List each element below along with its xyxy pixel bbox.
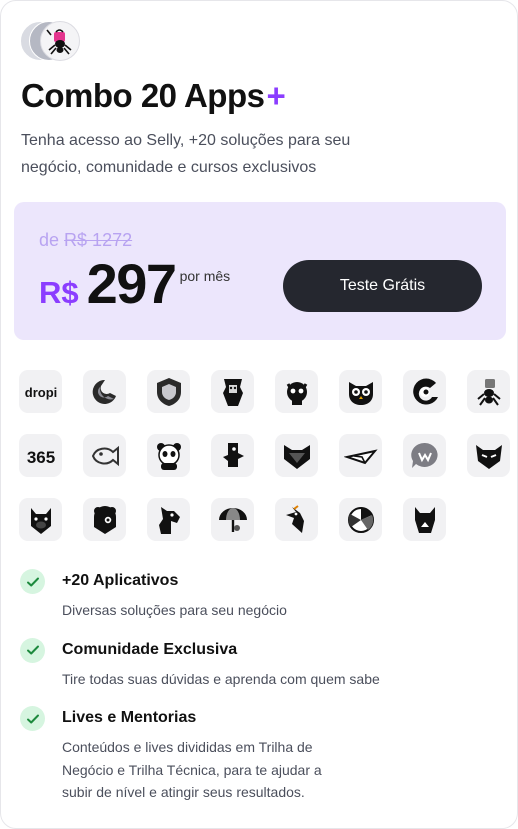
list-item: Lives e Mentorias Conteúdos e lives divi… <box>19 706 499 804</box>
list-item: +20 Aplicativos Diversas soluções para s… <box>19 569 499 622</box>
current-price: R$ 297 por mês <box>39 254 230 314</box>
apps-grid: dropi 365 <box>19 370 517 541</box>
logo-stack <box>20 21 90 61</box>
price-amount: 297 <box>86 252 177 315</box>
check-icon <box>20 706 45 731</box>
feature-title: +20 Aplicativos <box>62 572 179 589</box>
pie-chart-icon[interactable] <box>339 498 382 541</box>
feature-title: Comunidade Exclusiva <box>62 640 238 658</box>
svg-text:dropi: dropi <box>24 385 57 400</box>
fox-icon[interactable] <box>275 434 318 477</box>
list-item: Comunidade Exclusiva Tire todas suas dúv… <box>19 637 499 691</box>
cat-icon[interactable] <box>403 498 446 541</box>
chameleon-icon[interactable] <box>403 370 446 413</box>
price-currency: R$ <box>39 275 79 310</box>
old-price: de R$ 1272 <box>39 230 132 251</box>
365-logo-icon[interactable]: 365 <box>19 434 62 477</box>
bear-icon[interactable] <box>83 498 126 541</box>
free-trial-button[interactable]: Teste Grátis <box>283 260 482 312</box>
feature-title: Lives e Mentorias <box>62 709 197 726</box>
svg-text:365: 365 <box>26 448 54 467</box>
owl-icon[interactable] <box>339 370 382 413</box>
feature-description: Conteúdos e lives divididas em Trilha de… <box>62 739 322 800</box>
feature-description: Diversas soluções para seu negócio <box>62 602 287 618</box>
robot-cat-icon[interactable] <box>275 370 318 413</box>
page-title: Combo 20 Apps+ <box>21 77 286 114</box>
paper-plane-icon[interactable] <box>339 434 382 477</box>
ant-shopping-icon[interactable] <box>467 370 510 413</box>
gorilla-icon[interactable] <box>211 370 254 413</box>
cat-mask-icon[interactable] <box>467 434 510 477</box>
fish-chat-icon[interactable] <box>83 434 126 477</box>
feature-description: Tire todas suas dúvidas e aprenda com qu… <box>62 670 380 687</box>
title-plus: + <box>266 77 286 114</box>
panda-icon[interactable] <box>147 434 190 477</box>
pig-icon[interactable] <box>19 498 62 541</box>
horse-icon[interactable] <box>147 498 190 541</box>
ant-mascot-icon <box>40 21 80 61</box>
umbrella-icon[interactable] <box>211 498 254 541</box>
dropi-logo-icon[interactable]: dropi <box>19 370 62 413</box>
chat-bubble-icon[interactable] <box>403 434 446 477</box>
bird-head-icon[interactable] <box>83 370 126 413</box>
old-price-value: R$ 1272 <box>64 230 133 250</box>
price-box: de R$ 1272 R$ 297 por mês Teste Grátis <box>14 202 506 340</box>
check-icon <box>20 637 45 663</box>
old-price-prefix: de <box>39 230 60 250</box>
features-list: +20 Aplicativos Diversas soluções para s… <box>19 569 499 820</box>
subtitle: Tenha acesso ao Selly, +20 soluções para… <box>21 132 351 176</box>
shield-icon[interactable] <box>147 370 190 413</box>
bird-icon[interactable] <box>211 434 254 477</box>
check-icon <box>20 569 45 594</box>
woodpecker-icon[interactable] <box>275 498 318 541</box>
price-period: por mês <box>179 268 231 284</box>
pricing-card: Combo 20 Apps+ Tenha acesso ao Selly, +2… <box>0 0 518 829</box>
